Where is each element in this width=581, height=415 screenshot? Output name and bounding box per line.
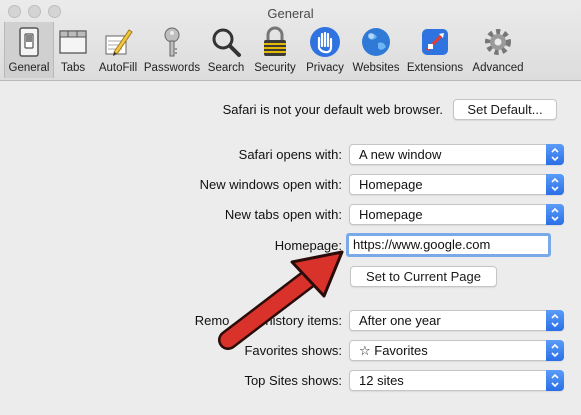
annotation-arrow-icon bbox=[218, 250, 344, 350]
